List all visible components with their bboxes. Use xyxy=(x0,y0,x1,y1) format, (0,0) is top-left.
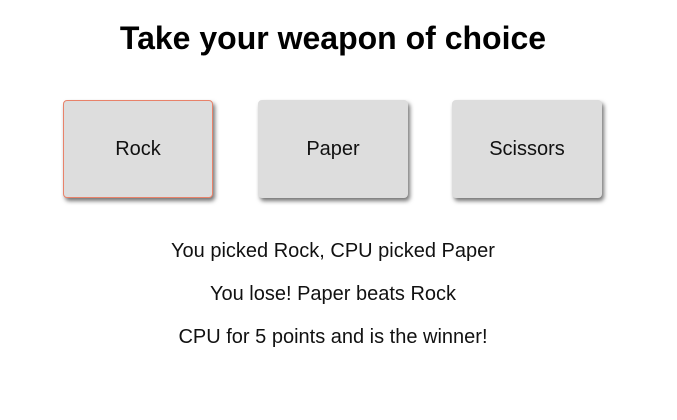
picks-text: You picked Rock, CPU picked Paper xyxy=(171,240,495,262)
game-outcome-text: CPU for 5 points and is the winner! xyxy=(178,326,488,348)
paper-button[interactable]: Paper xyxy=(258,100,408,198)
round-outcome-text: You lose! Paper beats Rock xyxy=(209,283,457,305)
rock-button[interactable]: Rock xyxy=(63,100,213,198)
game-page: Take your weapon of choice Rock Paper Sc… xyxy=(0,0,677,420)
scissors-button[interactable]: Scissors xyxy=(452,100,602,198)
page-title: Take your weapon of choice xyxy=(119,20,547,56)
weapon-choices: Rock Paper Scissors xyxy=(0,100,677,200)
